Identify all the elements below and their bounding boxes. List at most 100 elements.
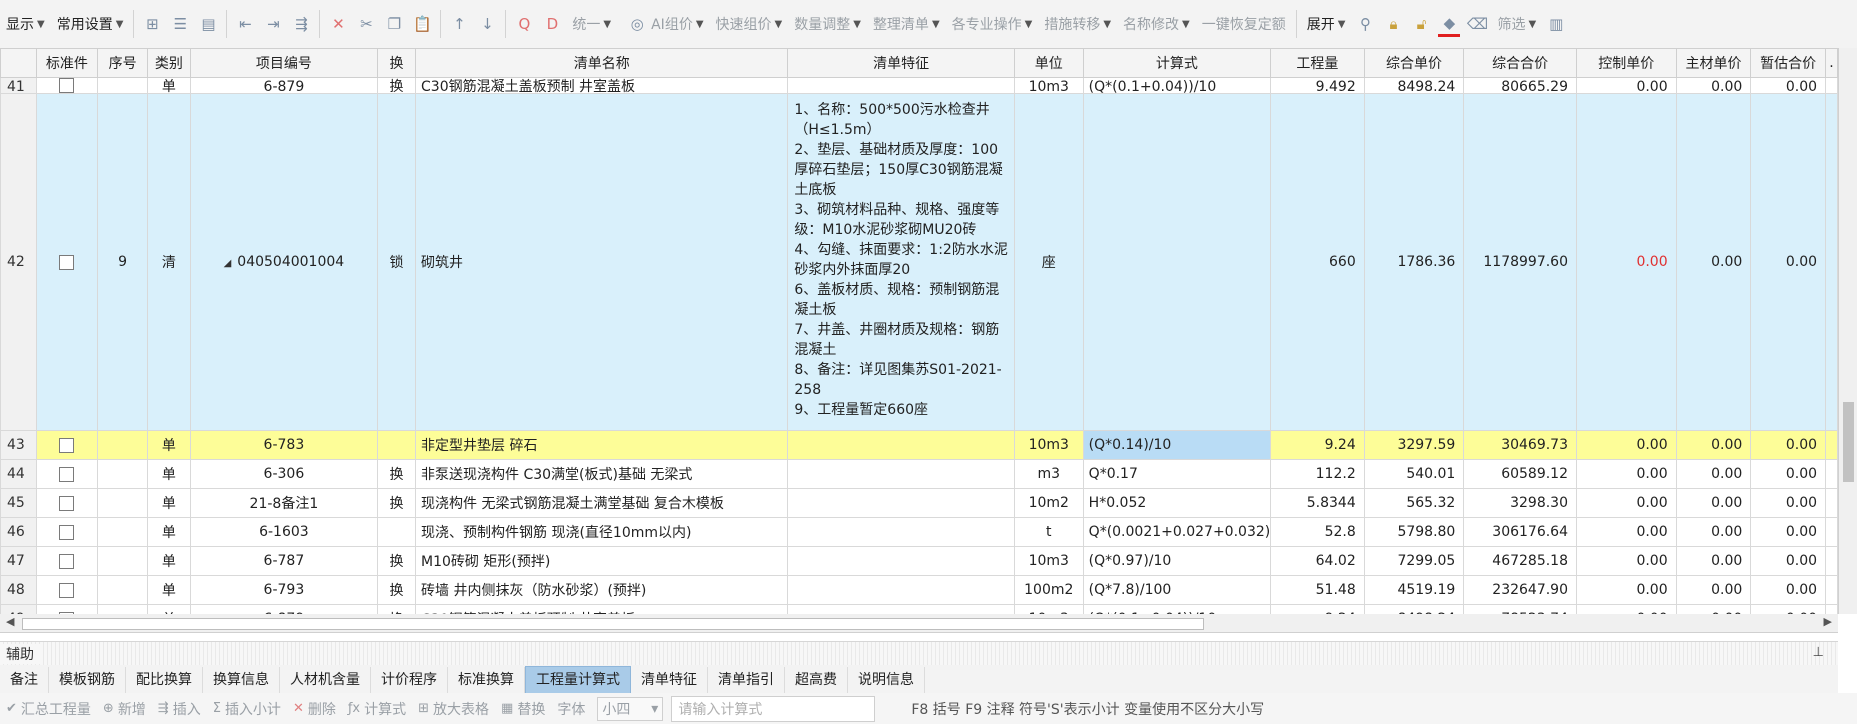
unit-cell[interactable]: m3 — [1013, 459, 1084, 489]
insert-button[interactable]: ⇶ 插入 — [152, 699, 207, 719]
unit-cell[interactable]: 10m2 — [1013, 488, 1084, 518]
rate-icon[interactable]: D — [541, 13, 563, 35]
chart-icon[interactable]: ▥ — [1545, 13, 1567, 35]
swap-cell[interactable]: 换 — [377, 77, 417, 94]
tab-height-surcharge[interactable]: 超高费 — [785, 667, 848, 693]
toolbar-restore-quota-button[interactable]: 一键恢复定额 — [1196, 0, 1292, 48]
estimated-total-cell[interactable]: 0.00 — [1750, 575, 1827, 605]
toolbar-unify-menu[interactable]: 统一 ▼ — [566, 0, 617, 48]
scrollbar-thumb[interactable] — [1843, 402, 1854, 482]
outline-icon[interactable]: ☰ — [169, 13, 191, 35]
scroll-left-icon[interactable]: ◀ — [6, 615, 14, 628]
quantity-cell[interactable]: 52.8 — [1270, 517, 1365, 547]
seq-cell[interactable] — [97, 488, 149, 518]
toolbar-expand-menu[interactable]: 展开 ▼ — [1301, 0, 1352, 48]
standard-checkbox-cell[interactable] — [35, 575, 99, 605]
table-row[interactable]: 41 单 6-879 换 C30钢筋混凝土盖板预制 井室盖板 10m3 (Q*(… — [0, 77, 1838, 94]
toolbar-quick-pricing-menu[interactable]: 快速组价 ▼ — [710, 0, 789, 48]
tab-standard-conversion[interactable]: 标准换算 — [448, 667, 525, 693]
main-material-price-cell[interactable]: 0.00 — [1675, 575, 1752, 605]
seq-cell[interactable] — [97, 546, 149, 576]
column-header[interactable]: 换 — [377, 48, 417, 78]
type-cell[interactable]: 单 — [147, 459, 191, 489]
indent-icon[interactable]: ⇶ — [290, 13, 312, 35]
type-cell[interactable]: 单 — [147, 77, 191, 94]
column-header[interactable]: 工程量 — [1270, 48, 1365, 78]
quantity-cell[interactable]: 5.8344 — [1270, 488, 1365, 518]
toolbar-quantity-adjust-menu[interactable]: 数量调整 ▼ — [788, 0, 867, 48]
swap-cell[interactable] — [377, 517, 417, 547]
feature-cell[interactable] — [787, 517, 1015, 547]
code-cell[interactable]: 6-793 — [189, 575, 379, 605]
total-price-cell[interactable]: 60589.12 — [1463, 459, 1577, 489]
table-row-selected[interactable]: 42 9 清 ◢ 040504001004 锁 砌筑井 1、名称：500*500污… — [0, 93, 1838, 431]
seq-cell[interactable] — [97, 575, 149, 605]
total-price-cell[interactable]: 467285.18 — [1463, 546, 1577, 576]
delete-button[interactable]: ✕ 删除 — [287, 699, 342, 719]
column-header[interactable]: 控制单价 — [1576, 48, 1677, 78]
quantity-cell[interactable]: 9.492 — [1270, 77, 1365, 94]
checkbox[interactable] — [59, 78, 75, 93]
toolbar-rename-menu[interactable]: 名称修改 ▼ — [1117, 0, 1196, 48]
standard-checkbox-cell[interactable] — [35, 459, 99, 489]
toolbar-discipline-ops-menu[interactable]: 各专业操作 ▼ — [946, 0, 1039, 48]
total-price-cell[interactable]: 80665.29 — [1463, 77, 1577, 94]
tab-notes[interactable]: 备注 — [0, 667, 49, 693]
feature-cell[interactable] — [787, 488, 1015, 518]
name-cell[interactable]: 砖墙 井内侧抹灰（防水砂浆）(预拌) — [415, 575, 789, 605]
code-cell[interactable]: ◢ 040504001004 — [189, 93, 379, 431]
unit-cell[interactable]: 10m3 — [1013, 546, 1084, 576]
name-cell[interactable]: 现浇、预制构件钢筋 现浇(直径10mm以内) — [415, 517, 789, 547]
tab-list-guide[interactable]: 清单指引 — [708, 667, 785, 693]
column-header[interactable]: 序号 — [97, 48, 149, 78]
cut-icon[interactable]: ✂ — [355, 13, 377, 35]
seq-cell[interactable] — [97, 77, 149, 94]
checkbox[interactable] — [59, 254, 75, 270]
column-header[interactable]: 综合合价 — [1463, 48, 1577, 78]
tab-pricing-procedure[interactable]: 计价程序 — [371, 667, 448, 693]
formula-cell-selected[interactable]: (Q*0.14)/10 — [1082, 430, 1272, 460]
feature-cell[interactable] — [787, 575, 1015, 605]
unit-price-cell[interactable]: 8498.24 — [1363, 77, 1465, 94]
quantity-cell[interactable]: 660 — [1270, 93, 1365, 431]
replace-button[interactable]: ▦ 替换 — [495, 699, 551, 719]
quantity-cell[interactable]: 9.24 — [1270, 430, 1365, 460]
type-cell[interactable]: 单 — [147, 430, 191, 460]
control-price-cell[interactable]: 0.00 — [1576, 517, 1677, 547]
total-price-cell[interactable]: 30469.73 — [1463, 430, 1577, 460]
standard-checkbox-cell[interactable] — [35, 93, 99, 431]
feature-cell[interactable] — [787, 430, 1015, 460]
table-row[interactable]: 47 单 6-787 换 M10砖砌 矩形(预拌) 10m3 (Q*0.97)/… — [0, 546, 1838, 576]
formula-button[interactable]: ƒx 计算式 — [342, 699, 412, 719]
quantity-cell[interactable]: 51.48 — [1270, 575, 1365, 605]
formula-cell[interactable]: (Q*7.8)/100 — [1082, 575, 1272, 605]
column-header[interactable]: 计算式 — [1082, 48, 1272, 78]
name-cell[interactable]: 非泵送现浇构件 C30满堂(板式)基础 无梁式 — [415, 459, 789, 489]
formula-cell[interactable] — [1082, 93, 1272, 431]
control-price-cell[interactable]: 0.00 — [1576, 488, 1677, 518]
tab-conversion-info[interactable]: 换算信息 — [203, 667, 280, 693]
name-cell[interactable]: 非定型井垫层 碎石 — [415, 430, 789, 460]
unit-cell[interactable]: 座 — [1013, 93, 1084, 431]
table-row[interactable]: 44 单 6-306 换 非泵送现浇构件 C30满堂(板式)基础 无梁式 m3 … — [0, 459, 1838, 489]
name-cell[interactable]: 砌筑井 — [415, 93, 789, 431]
standard-checkbox-cell[interactable] — [35, 546, 99, 576]
code-cell[interactable]: 21-8备注1 — [189, 488, 379, 518]
column-header[interactable]: 主材单价 — [1675, 48, 1752, 78]
column-header[interactable]: 标准件 — [35, 48, 99, 78]
quantity-cell[interactable]: 112.2 — [1270, 459, 1365, 489]
type-cell[interactable]: 单 — [147, 517, 191, 547]
tab-list-features[interactable]: 清单特征 — [631, 667, 708, 693]
tab-labor-material-machine[interactable]: 人材机含量 — [280, 667, 371, 693]
total-price-cell[interactable]: 306176.64 — [1463, 517, 1577, 547]
type-cell[interactable]: 清 — [147, 93, 191, 431]
column-header[interactable]: 清单特征 — [787, 48, 1015, 78]
main-material-price-cell[interactable]: 0.00 — [1675, 430, 1752, 460]
formula-cell[interactable]: Q*(0.0021+0.027+0.032) — [1082, 517, 1272, 547]
copy-icon[interactable]: ❐ — [383, 13, 405, 35]
pin-icon[interactable]: ⊥ — [1813, 645, 1824, 660]
lock-icon[interactable]: 🔒︎ — [1382, 13, 1404, 35]
enlarge-table-button[interactable]: ⊞ 放大表格 — [412, 699, 495, 719]
table-row[interactable]: 48 单 6-793 换 砖墙 井内侧抹灰（防水砂浆）(预拌) 100m2 (Q… — [0, 575, 1838, 605]
type-cell[interactable]: 单 — [147, 546, 191, 576]
